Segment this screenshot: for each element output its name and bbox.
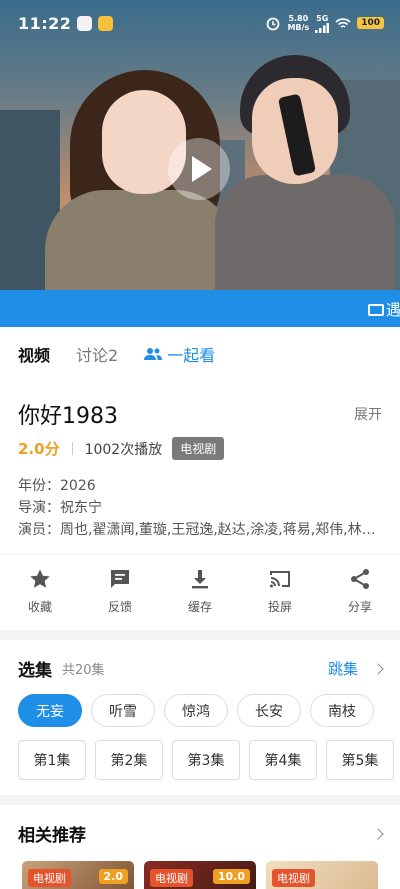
show-meta: 2.0分 1002次播放 电视剧 — [18, 437, 225, 460]
arc-chip[interactable]: 惊鸿 — [164, 694, 228, 727]
expand-button[interactable]: 展开 — [354, 404, 382, 424]
genre-badge: 电视剧 — [172, 437, 225, 460]
download-label: 缓存 — [187, 600, 212, 614]
show-year: 年份：2026 — [18, 478, 96, 494]
episode-button[interactable]: 第5集 — [326, 740, 394, 780]
divider — [0, 554, 400, 555]
show-score: 2.0分 — [18, 440, 60, 458]
related-title: 相关推荐 — [18, 826, 86, 846]
episodes-header: 选集 共20集 跳集 — [18, 656, 384, 681]
play-count: 1002次播放 — [84, 441, 163, 458]
episode-button[interactable]: 第1集 — [18, 740, 86, 780]
related-card[interactable]: 电视剧 10.0 — [144, 861, 256, 889]
status-bar: 11:22 5.80 MB/s 5G 100 — [0, 0, 400, 46]
tv-icon — [368, 304, 384, 316]
tab-watch-together-label: 一起看 — [167, 346, 216, 365]
detail-tabs: 视频 讨论2 一起看 — [0, 327, 400, 381]
episode-button[interactable]: 第2集 — [95, 740, 163, 780]
actress-figure — [45, 190, 235, 290]
notification-app-icon — [98, 15, 114, 31]
related-header: 相关推荐 — [18, 821, 384, 846]
arc-chip[interactable]: 南枝 — [310, 694, 374, 727]
notification-app-icon — [77, 15, 93, 31]
play-button[interactable] — [168, 138, 230, 200]
feedback-icon — [111, 570, 129, 588]
episode-button[interactable]: 第4集 — [249, 740, 317, 780]
alarm-icon — [267, 17, 280, 31]
download-button[interactable]: 缓存 — [160, 567, 240, 625]
network-speed: 5.80 MB/s — [287, 14, 310, 32]
cast-icon — [270, 571, 290, 588]
action-bar: 收藏 反馈 缓存 投屏 分享 — [0, 567, 400, 625]
feedback-button[interactable]: 反馈 — [80, 567, 160, 625]
related-card[interactable]: 电视剧 — [266, 861, 378, 889]
show-director: 导演：祝东宁 — [18, 500, 102, 516]
tab-watch-together[interactable]: 一起看 — [144, 342, 215, 366]
signal-icon: 5G — [315, 14, 330, 33]
episode-button[interactable]: 第3集 — [172, 740, 240, 780]
promo-banner[interactable]: 遇 — [0, 290, 400, 327]
related-score: 2.0 — [98, 869, 128, 884]
section-gap — [0, 630, 400, 640]
group-icon — [144, 348, 163, 360]
show-title: 你好1983 — [18, 404, 118, 429]
related-tag: 电视剧 — [272, 869, 315, 887]
favorite-label: 收藏 — [27, 600, 52, 614]
episodes-title: 选集 — [18, 661, 52, 681]
share-icon — [351, 569, 369, 589]
feedback-label: 反馈 — [107, 600, 132, 614]
battery-indicator: 100 — [357, 17, 384, 29]
banner-text: 遇 — [386, 301, 400, 319]
arc-chip[interactable]: 听雪 — [91, 694, 155, 727]
wifi-icon — [335, 17, 351, 28]
show-cast: 演员：周也,翟潇闻,董璇,王冠逸,赵达,涂凌,蒋易,郑伟,林… — [18, 522, 376, 538]
favorite-button[interactable]: 收藏 — [0, 567, 80, 625]
actor-figure — [215, 175, 395, 290]
play-icon — [191, 156, 212, 182]
jump-episode-button[interactable]: 跳集 — [328, 658, 358, 679]
meta-divider — [71, 442, 73, 455]
section-gap — [0, 795, 400, 805]
status-time: 11:22 — [18, 13, 72, 33]
share-label: 分享 — [347, 600, 372, 614]
tab-discussion[interactable]: 讨论2 — [76, 342, 118, 366]
arc-selector: 无妄 听雪 惊鸿 长安 南枝 — [18, 694, 374, 727]
related-list: 电视剧 2.0 电视剧 10.0 电视剧 — [22, 861, 378, 889]
share-button[interactable]: 分享 — [320, 567, 400, 625]
video-detail-page: 11:22 5.80 MB/s 5G 100 遇 视频 讨论2 一起看 你好198… — [0, 0, 400, 889]
related-tag: 电视剧 — [150, 869, 193, 887]
episodes-count: 共20集 — [62, 663, 105, 678]
arc-chip[interactable]: 无妄 — [18, 694, 82, 727]
star-icon — [30, 569, 50, 588]
related-tag: 电视剧 — [28, 869, 71, 887]
cast-button[interactable]: 投屏 — [240, 567, 320, 625]
download-icon — [192, 570, 208, 589]
cast-label: 投屏 — [267, 600, 292, 614]
chevron-right-icon[interactable] — [372, 827, 384, 840]
tab-video[interactable]: 视频 — [18, 342, 50, 366]
related-score: 10.0 — [212, 869, 250, 884]
arc-chip[interactable]: 长安 — [237, 694, 301, 727]
related-card[interactable]: 电视剧 2.0 — [22, 861, 134, 889]
episode-list: 第1集 第2集 第3集 第4集 第5集 — [18, 740, 394, 780]
chevron-right-icon[interactable] — [372, 662, 384, 675]
